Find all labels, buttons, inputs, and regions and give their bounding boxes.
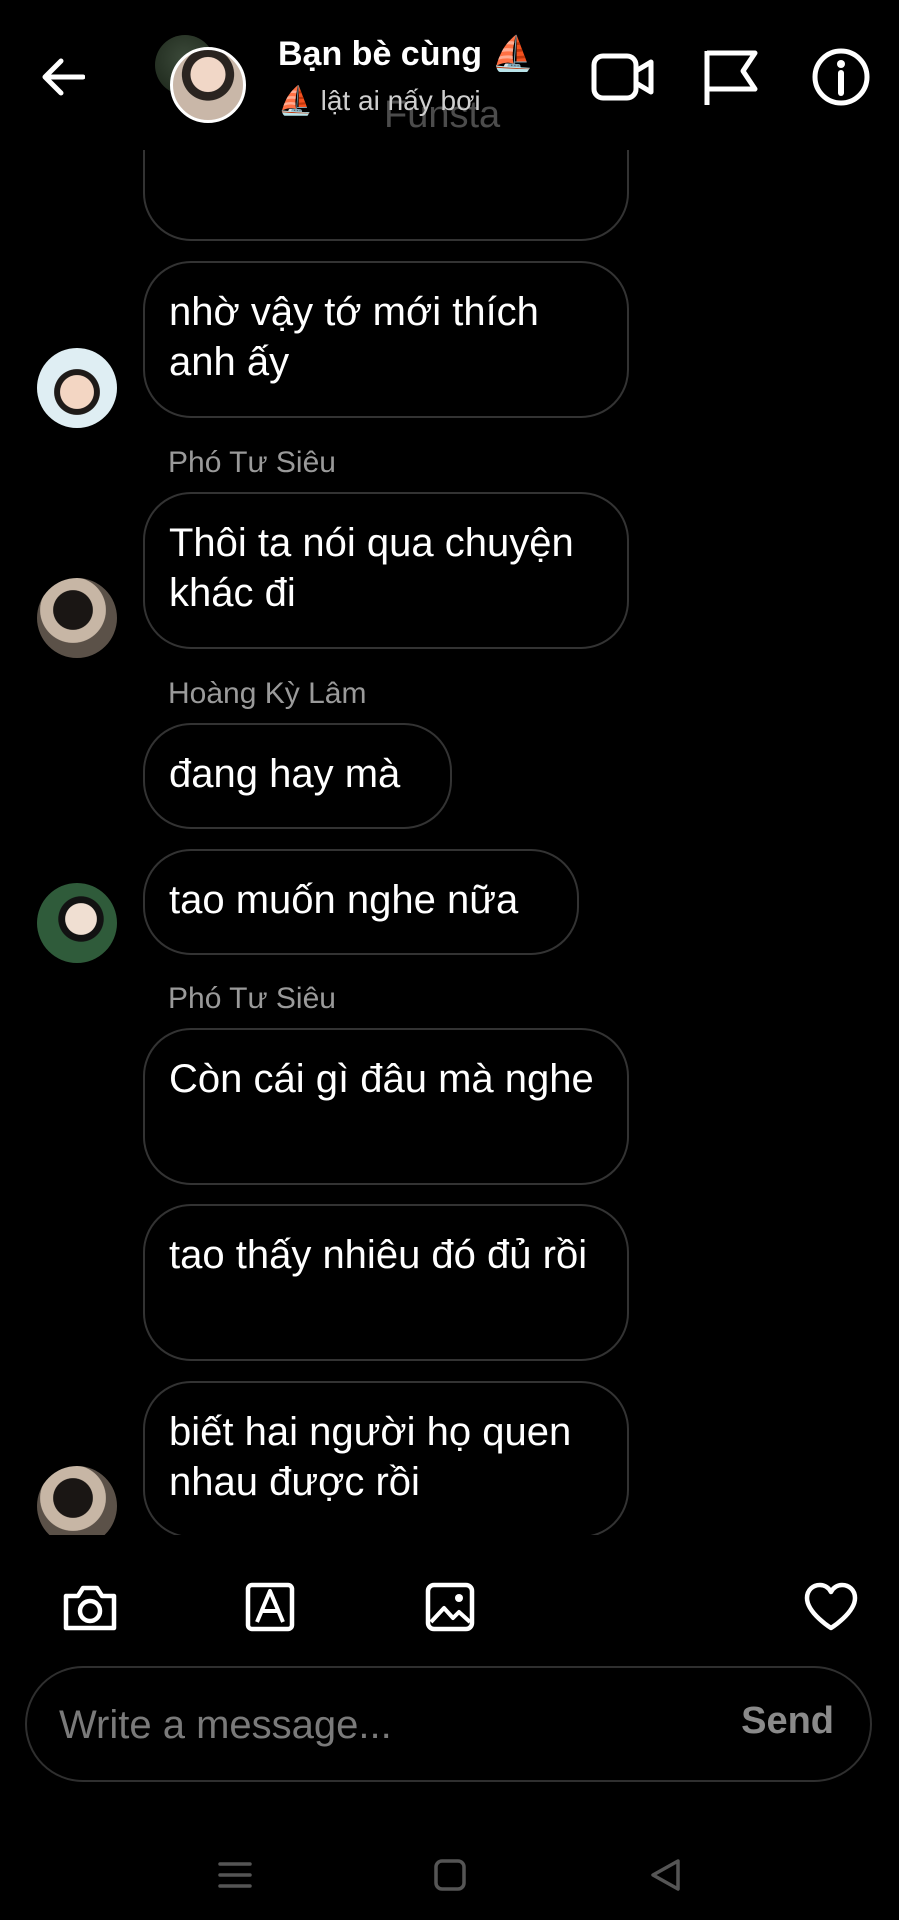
message-input[interactable] xyxy=(57,1696,681,1754)
message-list[interactable]: món yêu thích của tớ đó nhờ vậy tớ mới t… xyxy=(0,120,899,1535)
menu-icon xyxy=(218,1862,252,1888)
recent-apps-button[interactable] xyxy=(210,1850,260,1900)
message-bubble[interactable]: Thôi ta nói qua chuyện khác đi xyxy=(143,492,629,649)
back-arrow-icon xyxy=(42,58,85,96)
message-bubble[interactable]: đang hay mà xyxy=(143,723,452,829)
sticker-icon xyxy=(245,1582,295,1632)
message-bubble[interactable]: Còn cái gì đâu mà nghe xyxy=(143,1028,629,1185)
system-navigation-bar xyxy=(0,1830,899,1920)
heart-icon xyxy=(804,1582,858,1631)
report-button[interactable] xyxy=(696,42,766,112)
message-bubble[interactable]: tao thấy nhiêu đó đủ rồi xyxy=(143,1204,629,1361)
composer-toolbar xyxy=(0,1575,899,1645)
chat-title[interactable]: Bạn bè cùng ⛵ xyxy=(278,34,534,74)
chat-header: Bạn bè cùng ⛵ ⛵ lật ai nấy bơi Funsta xyxy=(0,0,899,150)
gallery-icon xyxy=(425,1582,475,1632)
avatar[interactable] xyxy=(37,1466,117,1535)
avatar[interactable] xyxy=(37,578,117,658)
message-bubble[interactable]: nhờ vậy tớ mới thích anh ấy xyxy=(143,261,629,418)
camera-icon xyxy=(63,1585,117,1631)
group-avatar[interactable] xyxy=(155,35,246,125)
avatar[interactable] xyxy=(37,883,117,963)
video-camera-icon xyxy=(591,53,654,101)
info-button[interactable] xyxy=(806,42,876,112)
sender-name: Phó Tư Siêu xyxy=(168,446,336,479)
flag-icon xyxy=(704,50,758,105)
back-icon xyxy=(651,1859,680,1891)
home-icon xyxy=(434,1859,466,1891)
sticker-button[interactable] xyxy=(238,1575,302,1639)
like-button[interactable] xyxy=(799,1575,863,1639)
camera-button[interactable] xyxy=(58,1575,122,1639)
send-button[interactable]: Send xyxy=(741,1700,834,1743)
video-call-button[interactable] xyxy=(588,42,658,112)
watermark: Funsta xyxy=(384,94,501,136)
back-button[interactable] xyxy=(36,50,90,104)
message-bubble[interactable]: biết hai người họ quen nhau được rồi xyxy=(143,1381,629,1535)
avatar[interactable] xyxy=(37,348,117,428)
sender-name: Hoàng Kỳ Lâm xyxy=(168,677,367,710)
message-bubble[interactable]: tao muốn nghe nữa xyxy=(143,849,579,955)
group-avatar-front xyxy=(170,47,246,123)
message-composer: Send xyxy=(25,1666,872,1782)
system-back-button[interactable] xyxy=(640,1850,690,1900)
gallery-button[interactable] xyxy=(418,1575,482,1639)
home-button[interactable] xyxy=(425,1850,475,1900)
sender-name: Phó Tư Siêu xyxy=(168,982,336,1015)
info-icon xyxy=(812,48,870,106)
